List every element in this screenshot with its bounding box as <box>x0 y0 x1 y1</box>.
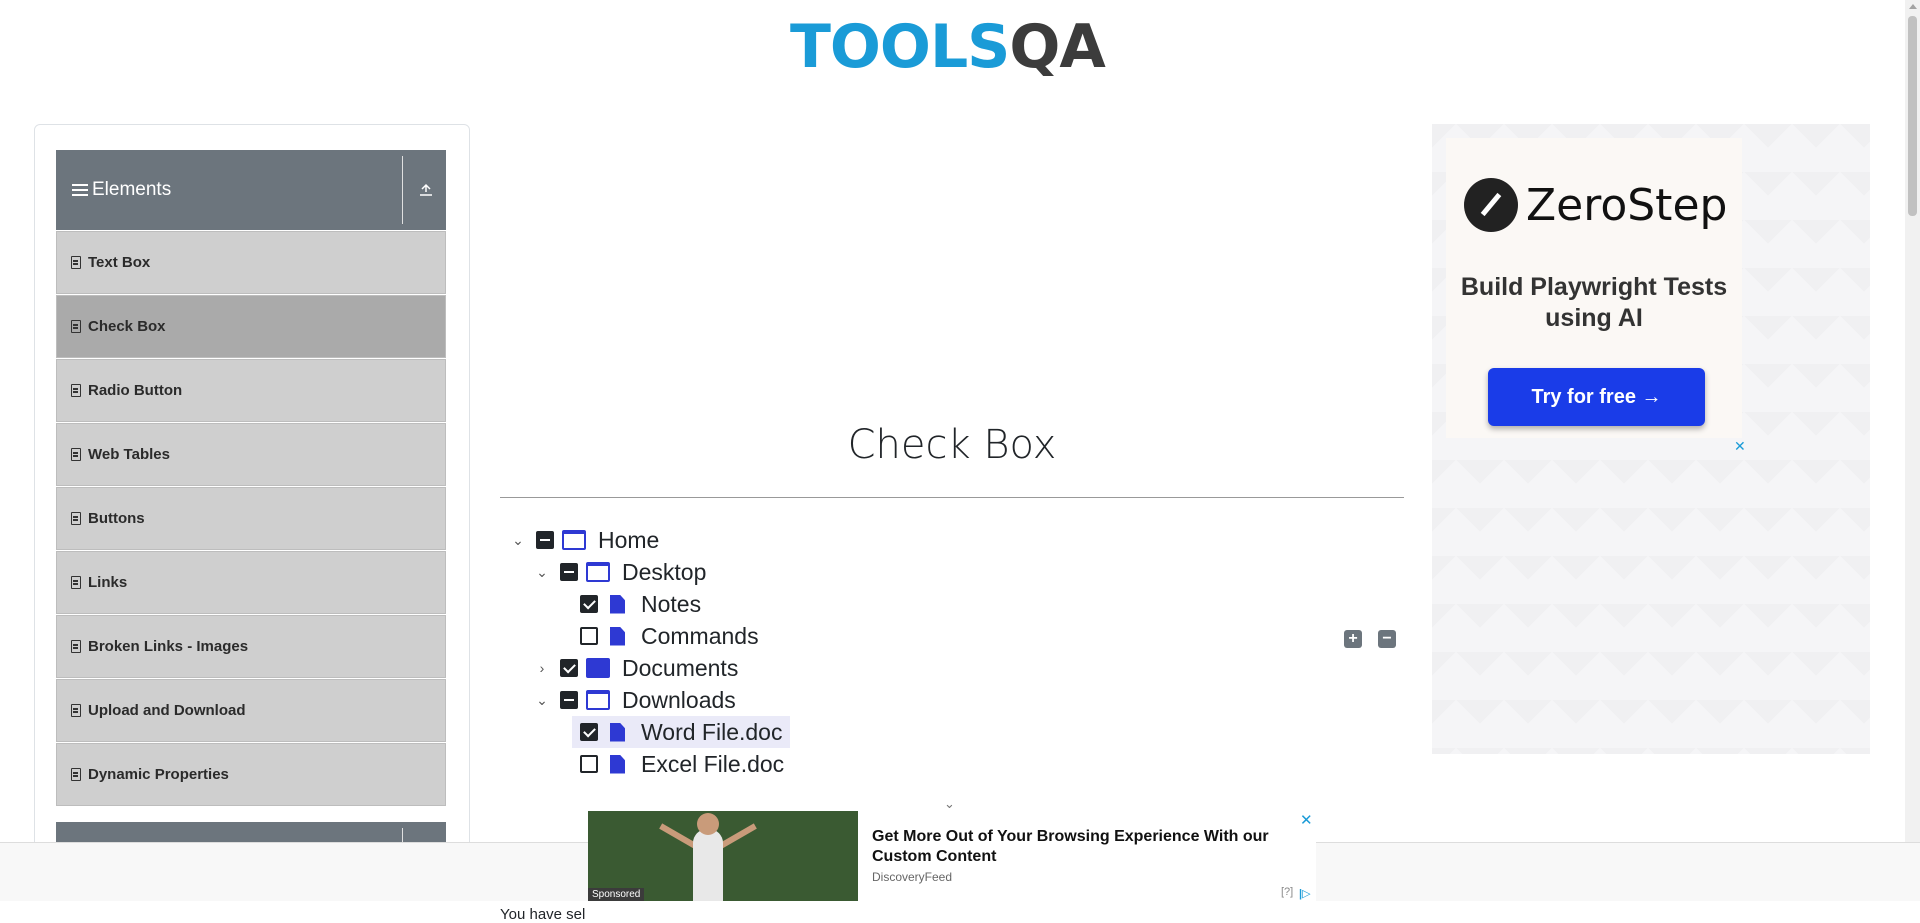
zerostep-logo-icon <box>1464 178 1518 232</box>
page-icon <box>71 704 81 717</box>
bottom-ad-source: DiscoveryFeed <box>872 870 953 884</box>
right-ad-banner[interactable]: ZeroStep Build Playwright Tests using AI… <box>1432 124 1870 754</box>
elements-menu: Text Box Check Box Radio Button Web Tabl… <box>56 231 446 807</box>
header-divider <box>402 156 403 224</box>
sponsored-label: Sponsored <box>588 888 645 901</box>
bottom-sponsored-ad[interactable]: Sponsored Get More Out of Your Browsing … <box>588 811 1316 901</box>
chevron-down-icon[interactable]: ⌄ <box>532 562 552 582</box>
checkbox-word-file[interactable] <box>580 723 598 741</box>
chevron-down-icon[interactable]: ⌄ <box>944 796 955 812</box>
tree-label-commands[interactable]: Commands <box>637 623 763 650</box>
sidebar-item-label: Check Box <box>88 318 166 335</box>
menu-burger-icon <box>72 181 88 199</box>
folder-open-icon <box>562 530 586 550</box>
file-icon <box>610 722 625 742</box>
collapse-all-button[interactable]: − <box>1378 630 1396 648</box>
checkbox-excel-file[interactable] <box>580 755 598 773</box>
sidebar-item-buttons[interactable]: Buttons <box>56 487 446 550</box>
sidebar-item-label: Upload and Download <box>88 702 246 719</box>
page-scrollbar[interactable] <box>1905 0 1920 843</box>
sidebar-item-check-box[interactable]: Check Box <box>56 295 446 358</box>
checkbox-commands[interactable] <box>580 627 598 645</box>
sidebar-item-radio-button[interactable]: Radio Button <box>56 359 446 422</box>
sidebar-item-broken-links[interactable]: Broken Links - Images <box>56 615 446 678</box>
page-icon <box>71 384 81 397</box>
sidebar-item-upload-download[interactable]: Upload and Download <box>56 679 446 742</box>
chevron-down-icon[interactable]: ⌄ <box>532 690 552 710</box>
tree-label-documents[interactable]: Documents <box>618 655 742 682</box>
tree-node-home: ⌄ Home <box>508 524 663 556</box>
checkbox-home[interactable] <box>536 531 554 549</box>
elements-group-title: Elements <box>92 179 172 200</box>
bottom-ad-title[interactable]: Get More Out of Your Browsing Experience… <box>872 827 1292 867</box>
collapse-upload-icon[interactable] <box>416 180 436 200</box>
file-icon <box>610 594 625 614</box>
tree-label-notes[interactable]: Notes <box>637 591 705 618</box>
file-icon <box>610 754 625 774</box>
page-icon <box>71 768 81 781</box>
page-icon <box>71 512 81 525</box>
tree-node-desktop: ⌄ Desktop <box>532 556 710 588</box>
try-for-free-button[interactable]: Try for free → <box>1488 368 1705 426</box>
logo-text-tools: TOOLS <box>790 12 1010 82</box>
logo-text-qa: QA <box>1009 12 1105 82</box>
tree-node-excel-file: Excel File.doc <box>572 748 788 780</box>
adchoices-icon[interactable]: |▷ <box>1299 887 1311 900</box>
sidebar-item-text-box[interactable]: Text Box <box>56 231 446 294</box>
tree-label-word-file[interactable]: Word File.doc <box>637 719 786 746</box>
tree-node-documents: › Documents <box>532 652 742 684</box>
chevron-right-icon[interactable]: › <box>532 658 552 678</box>
tree-node-downloads: ⌄ Downloads <box>532 684 740 716</box>
tree-label-excel-file[interactable]: Excel File.doc <box>637 751 788 778</box>
page-icon <box>71 256 81 269</box>
tree-label-desktop[interactable]: Desktop <box>618 559 710 586</box>
sidebar-item-web-tables[interactable]: Web Tables <box>56 423 446 486</box>
page-icon <box>71 320 81 333</box>
checkbox-documents[interactable] <box>560 659 578 677</box>
checkbox-downloads[interactable] <box>560 691 578 709</box>
chevron-down-icon[interactable]: ⌄ <box>508 530 528 550</box>
sidebar-item-dynamic-properties[interactable]: Dynamic Properties <box>56 743 446 806</box>
checkbox-notes[interactable] <box>580 595 598 613</box>
page-icon <box>71 640 81 653</box>
tree-label-downloads[interactable]: Downloads <box>618 687 740 714</box>
tree-node-commands: Commands <box>572 620 763 652</box>
site-header: TOOLSQA <box>0 0 1905 100</box>
ad-photo[interactable]: Sponsored <box>588 811 858 901</box>
folder-closed-icon <box>586 658 610 678</box>
elements-group-header[interactable]: Elements <box>56 150 446 230</box>
sidebar-item-label: Buttons <box>88 510 145 527</box>
sidebar-item-label: Broken Links - Images <box>88 638 249 655</box>
sidebar-item-label: Dynamic Properties <box>88 766 229 783</box>
page-title: Check Box <box>847 422 1057 468</box>
title-divider <box>500 497 1404 498</box>
sidebar-item-label: Links <box>88 574 128 591</box>
page-icon <box>71 448 81 461</box>
ad-brand: ZeroStep <box>1526 180 1728 231</box>
ad-card[interactable]: ZeroStep Build Playwright Tests using AI… <box>1446 138 1742 438</box>
tree-node-notes: Notes <box>572 588 705 620</box>
ad-headline: Build Playwright Tests using AI <box>1460 273 1728 332</box>
left-sidebar: Elements Text Box Check Box Radio Button… <box>34 124 470 864</box>
sidebar-item-label: Web Tables <box>88 446 170 463</box>
scrollbar-thumb[interactable] <box>1908 16 1917 216</box>
ad-close-icon[interactable]: ✕ <box>1734 438 1746 455</box>
toolsqa-logo[interactable]: TOOLSQA <box>790 14 1115 94</box>
expand-all-button[interactable]: + <box>1344 630 1362 648</box>
ad-info-link[interactable]: [?] <box>1281 886 1293 898</box>
file-icon <box>610 626 625 646</box>
sidebar-item-label: Radio Button <box>88 382 183 399</box>
bottom-ad-close-icon[interactable]: ✕ <box>1300 811 1313 829</box>
checkbox-desktop[interactable] <box>560 563 578 581</box>
selection-result-text: You have sel <box>500 906 586 923</box>
tree-label-home[interactable]: Home <box>594 527 663 554</box>
sidebar-item-links[interactable]: Links <box>56 551 446 614</box>
page-icon <box>71 576 81 589</box>
scroll-up-arrow-icon[interactable] <box>1909 4 1917 9</box>
folder-open-icon <box>586 562 610 582</box>
sidebar-item-label: Text Box <box>88 254 151 271</box>
tree-node-word-file: Word File.doc <box>572 716 791 748</box>
folder-open-icon <box>586 690 610 710</box>
